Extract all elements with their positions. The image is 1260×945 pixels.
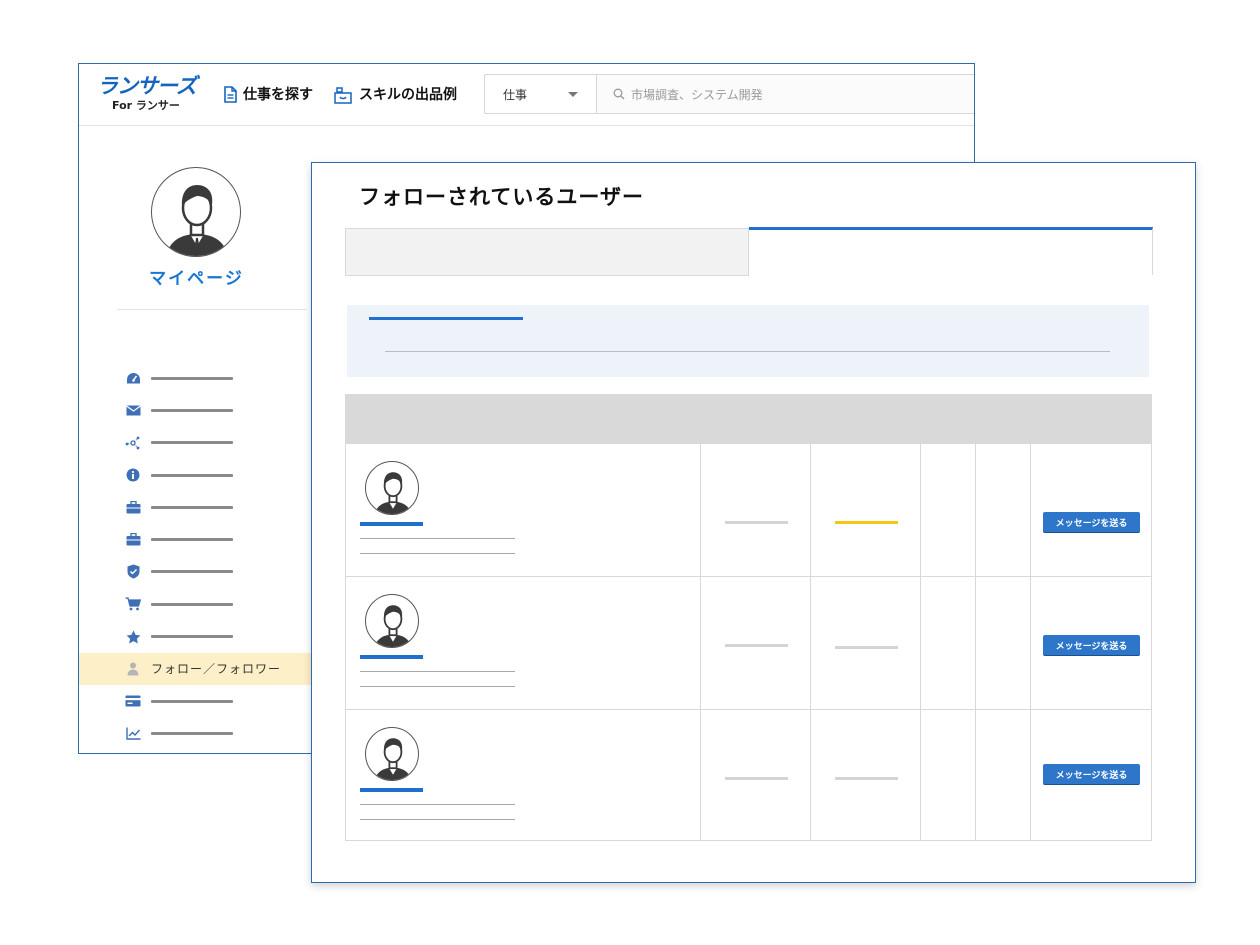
chart-icon [125,725,141,741]
mail-icon [125,402,141,418]
search-placeholder: 市場調査、システム開発 [631,87,763,102]
sidebar-item-payment[interactable] [79,685,319,717]
table-row: メッセージを送る [346,709,1151,842]
table-row: メッセージを送る [346,443,1151,576]
info-accent-bar [369,317,523,320]
lancers-logo[interactable]: ランサーズ For ランサー [97,74,207,114]
sidebar-item-cart[interactable] [79,588,319,620]
table-row: メッセージを送る [346,576,1151,709]
sidebar-item-work-1[interactable] [79,491,319,523]
sidebar-item-info[interactable] [79,459,319,491]
table-header [346,395,1151,443]
user-name-link[interactable] [360,788,423,792]
document-icon [224,85,237,103]
cell-status-bar [835,521,898,524]
sidebar-item-placeholder-bar [151,473,233,477]
sidebar-item-verification[interactable] [79,556,319,588]
sidebar-item-placeholder-bar [151,731,233,735]
nav-find-jobs-link[interactable]: 仕事を探す [223,84,313,104]
briefcase-icon [125,499,141,515]
cell-value-bar [725,521,788,524]
user-detail-line [360,804,515,805]
tab-followers-active[interactable] [749,227,1153,275]
profile-avatar[interactable] [151,167,241,257]
user-detail-line [360,819,515,820]
logo-subtitle: For ランサー [112,99,180,112]
search-input[interactable]: 市場調査、システム開発 [597,75,974,113]
nav-find-jobs-label: 仕事を探す [243,87,313,103]
credit-card-icon [125,693,141,709]
screenshot-stage: ランサーズ For ランサー 仕事を探す スキルの出品例 仕事 市場調査、システ… [0,0,1260,945]
tab-following[interactable] [345,228,749,276]
user-portrait-icon [374,738,412,780]
star-icon [125,629,141,645]
send-message-button[interactable]: メッセージを送る [1043,512,1140,532]
user-name-link[interactable] [360,655,423,659]
sidebar-item-placeholder-bar [151,505,233,509]
user-detail-line [360,686,515,687]
top-navigation-bar: ランサーズ For ランサー 仕事を探す スキルの出品例 仕事 市場調査、システ… [79,64,974,126]
network-icon [125,435,141,451]
chevron-down-icon [568,91,578,97]
shield-check-icon [125,564,141,580]
cell-value-bar [725,777,788,780]
sidebar-item-work-2[interactable] [79,523,319,555]
sidebar-item-placeholder-bar [151,441,233,445]
cell-status-bar [835,777,898,780]
send-message-button[interactable]: メッセージを送る [1043,764,1140,784]
sidebar-item-favorites[interactable] [79,620,319,652]
briefcase-icon [125,532,141,548]
followers-table: メッセージを送る メッセージを送る メッセージを送る [345,394,1152,841]
user-detail-line [360,671,515,672]
sidebar-item-placeholder-bar [151,602,233,606]
user-portrait-icon [374,472,412,514]
sidebar-menu: フォロー／フォロワー [79,362,319,750]
sidebar-item-placeholder-bar [151,699,233,703]
search-icon [613,88,625,100]
user-name-link[interactable] [360,522,423,526]
cell-value-bar [725,644,788,647]
user-detail-line [360,538,515,539]
sidebar-item-network[interactable] [79,427,319,459]
user-icon [125,661,141,677]
sidebar-item-messages[interactable] [79,394,319,426]
send-message-button[interactable]: メッセージを送る [1043,635,1140,655]
shop-bag-icon [334,86,352,104]
user-portrait-icon [374,605,412,647]
info-icon [125,467,141,483]
followers-panel: フォローされているユーザー メッセージを送る メッセージを送る メッセージを送る [311,162,1196,883]
info-divider-line [385,351,1110,352]
panel-title: フォローされているユーザー [359,185,644,209]
sidebar-item-dashboard[interactable] [79,362,319,394]
sidebar-divider [117,309,307,310]
search-category-select[interactable]: 仕事 [485,75,597,113]
cell-status-bar [835,646,898,649]
user-detail-line [360,553,515,554]
user-portrait-icon [166,185,228,256]
cart-icon [125,596,141,612]
logo-wordmark: ランサーズ [97,74,197,98]
sidebar-item-placeholder-bar [151,538,233,542]
sidebar-item-placeholder-bar [151,376,233,380]
sidebar-item-follow-followers[interactable]: フォロー／フォロワー [79,652,319,685]
mypage-title: マイページ [149,269,244,289]
nav-skill-examples-label: スキルの出品例 [359,87,457,103]
search-bar: 仕事 市場調査、システム開発 [484,74,974,114]
search-category-value: 仕事 [503,87,528,102]
sidebar-item-placeholder-bar [151,408,233,412]
user-avatar[interactable] [365,594,419,648]
user-avatar[interactable] [365,727,419,781]
user-avatar[interactable] [365,461,419,515]
nav-skill-examples-link[interactable]: スキルの出品例 [333,84,457,104]
sidebar-item-placeholder-bar [151,570,233,574]
sidebar-item-label: フォロー／フォロワー [151,662,282,677]
info-box [347,305,1149,377]
sidebar-item-analytics[interactable] [79,717,319,749]
dashboard-icon [125,370,141,386]
sidebar-item-placeholder-bar [151,635,233,639]
